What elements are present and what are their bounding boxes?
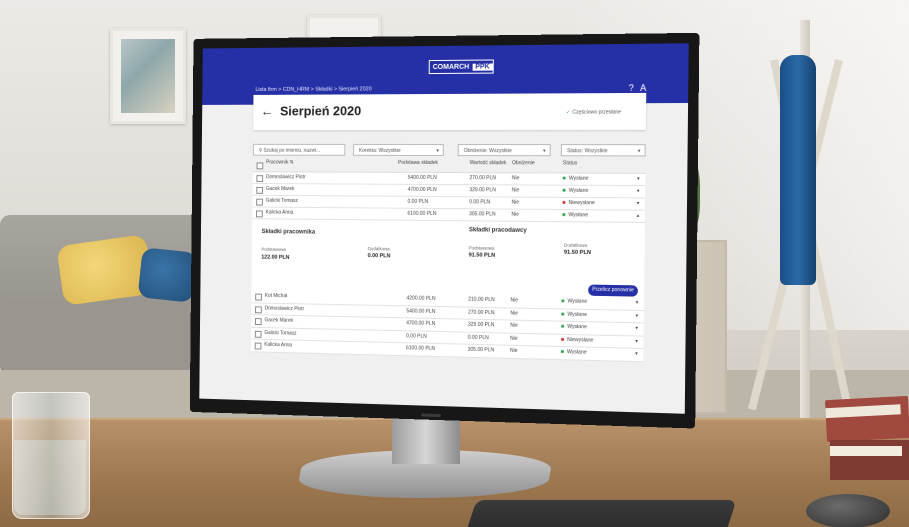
status-badge: Wysłane xyxy=(561,296,587,308)
filter-bar: ⚲ Szukaj po imieniu, nazwi... Korekta: W… xyxy=(252,143,646,159)
keyboard xyxy=(463,500,737,527)
wall-picture xyxy=(110,28,186,124)
search-input[interactable]: ⚲ Szukaj po imieniu, nazwi... xyxy=(252,143,346,156)
employer-extra-value: 91.50 PLN xyxy=(563,249,591,257)
chevron-down-icon: ▾ xyxy=(542,148,546,155)
monitor-screen: COMARCH PPK Lista firm > CDN_HRM > Skład… xyxy=(199,43,689,414)
status-indicator: ✓ Częściowo przesłane xyxy=(565,109,622,116)
office-scene: COMARCH PPK Lista firm > CDN_HRM > Skład… xyxy=(0,0,909,527)
monitor-logo xyxy=(421,413,442,418)
water-glass xyxy=(12,392,90,519)
employee-contrib-heading: Składki pracownika xyxy=(261,229,316,236)
row-checkbox[interactable] xyxy=(256,210,263,218)
chevron-down-icon: ▾ xyxy=(436,147,439,154)
blue-pillow xyxy=(137,247,198,303)
row-checkbox[interactable] xyxy=(255,293,262,301)
status-badge: Wysłane xyxy=(562,186,588,197)
col-employee[interactable]: Pracownik ⇅ xyxy=(266,160,294,166)
comarch-ppk-logo[interactable]: COMARCH PPK xyxy=(428,59,494,75)
chevron-down-icon: ▾ xyxy=(637,148,641,155)
chevron-down-icon[interactable]: ▾ xyxy=(635,336,638,348)
chevron-down-icon[interactable]: ▾ xyxy=(635,323,638,335)
chevron-down-icon[interactable]: ▾ xyxy=(635,349,638,361)
recalculate-button[interactable]: Przelicz ponownie xyxy=(588,284,638,297)
row-checkbox[interactable] xyxy=(255,305,262,313)
monitor: COMARCH PPK Lista firm > CDN_HRM > Skład… xyxy=(189,32,700,429)
row-checkbox[interactable] xyxy=(256,175,264,183)
status-badge: Wysłane xyxy=(560,347,587,359)
header-icons: ? A xyxy=(629,83,647,93)
chevron-down-icon[interactable]: ▾ xyxy=(636,298,639,310)
row-checkbox[interactable] xyxy=(254,318,262,326)
yellow-pillow xyxy=(56,234,154,306)
chevron-down-icon[interactable]: ▾ xyxy=(635,310,639,322)
table-body-secondary: Kot Michał 4200.00 PLN 210.00 PLN Nie Wy… xyxy=(250,290,645,362)
status-badge: Wysłane xyxy=(561,309,587,321)
status-badge: Niewysłane xyxy=(562,198,595,209)
col-reduction: Obniżenie xyxy=(511,160,535,167)
breadcrumb[interactable]: Lista firm > CDN_HRM > Składki > Sierpie… xyxy=(255,86,371,93)
employer-base-value: 91.50 PLN xyxy=(468,252,496,259)
row-checkbox[interactable] xyxy=(254,342,262,350)
table-body: Domoslawicz Piotr 5400.00 PLN 270.00 PLN… xyxy=(251,172,646,304)
page-title: Sierpień 2020 xyxy=(279,103,362,119)
status-dropdown[interactable]: Status: Wszystkie ▾ xyxy=(560,144,646,157)
col-base: Podstawa składek xyxy=(398,159,439,166)
row-checkbox[interactable] xyxy=(256,186,264,194)
korekta-dropdown[interactable]: Korekta: Wszystkie ▾ xyxy=(353,143,444,157)
chevron-down-icon[interactable]: ▾ xyxy=(637,186,640,197)
status-badge: Wysłane xyxy=(561,322,587,334)
status-badge: Wysłane xyxy=(562,174,589,185)
row-checkbox[interactable] xyxy=(256,198,263,206)
employee-base-value: 122.00 PLN xyxy=(261,254,290,261)
user-icon[interactable]: A xyxy=(640,83,646,93)
page-header-card: ← Sierpień 2020 ✓ Częściowo przesłane xyxy=(253,92,647,131)
help-icon[interactable]: ? xyxy=(629,83,634,93)
search-icon: ⚲ xyxy=(258,147,263,154)
back-arrow-icon[interactable]: ← xyxy=(261,104,274,119)
employer-contrib-heading: Składki pracodawcy xyxy=(468,227,527,234)
col-value: Wartość składek xyxy=(469,160,507,167)
blue-coat xyxy=(780,55,816,285)
chevron-down-icon[interactable]: ▾ xyxy=(637,174,640,185)
obnizenie-dropdown[interactable]: Obniżenie: Wszystkie ▾ xyxy=(457,144,551,157)
sofa-seat xyxy=(0,300,215,370)
employee-extra-value: 0.00 PLN xyxy=(367,253,391,260)
book xyxy=(824,395,909,443)
status-badge: Niewysłane xyxy=(560,334,594,346)
select-all-checkbox[interactable] xyxy=(256,162,264,170)
chevron-up-icon[interactable]: ▴ xyxy=(637,211,640,222)
check-icon: ✓ xyxy=(565,109,571,116)
book xyxy=(830,440,909,480)
chevron-down-icon[interactable]: ▾ xyxy=(637,198,640,209)
col-status: Status xyxy=(562,160,578,167)
mouse xyxy=(806,494,890,527)
row-checkbox[interactable] xyxy=(254,330,262,338)
status-badge: Wysłane xyxy=(562,210,588,221)
